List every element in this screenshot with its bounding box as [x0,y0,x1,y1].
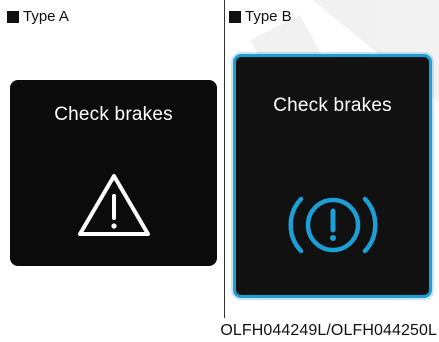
type-a-label: Type A [7,8,69,26]
square-bullet-icon [229,11,241,23]
divider [224,0,225,318]
figure-caption: OLFH044249L/OLFH044250L [220,322,437,339]
type-a-display-panel: Check brakes [10,80,217,266]
square-bullet-icon [7,11,19,23]
type-b-label-text: Type B [245,8,292,25]
brake-warning-icon [288,196,378,254]
figure: Type A Type B Check brakes Check brakes … [0,0,439,342]
type-b-display-panel: Check brakes [233,54,432,298]
warning-triangle-icon [78,174,150,236]
type-a-label-text: Type A [23,8,69,25]
type-b-label: Type B [229,8,292,26]
type-b-message: Check brakes [273,95,392,116]
type-a-message: Check brakes [54,104,173,125]
